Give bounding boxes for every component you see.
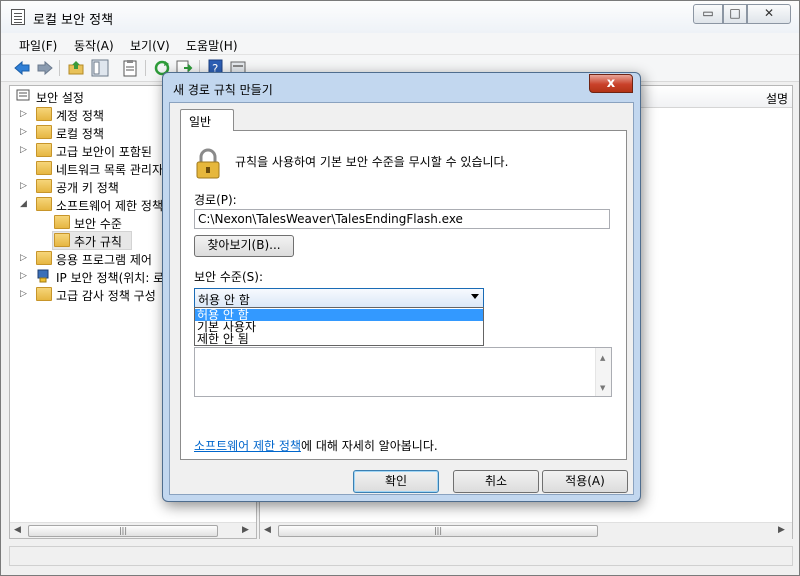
scroll-left-icon[interactable]: ◀ xyxy=(14,525,21,535)
dialog-client-area: 일반 규칙을 사용하여 기본 보안 수준을 무시할 수 있습니다. 경로(P):… xyxy=(169,102,634,495)
column-header-description[interactable]: 설명 xyxy=(766,90,788,107)
up-folder-icon[interactable] xyxy=(67,59,85,77)
description-textarea[interactable]: ▲ ▼ xyxy=(194,347,612,397)
back-arrow-icon[interactable] xyxy=(13,59,31,77)
close-button[interactable]: ✕ xyxy=(747,4,791,24)
forward-arrow-icon[interactable] xyxy=(36,59,54,77)
maximize-button[interactable]: □ xyxy=(723,4,747,24)
expand-arrow-icon[interactable]: ▷ xyxy=(20,253,27,263)
ok-button[interactable]: 확인 xyxy=(353,470,439,493)
expand-arrow-icon[interactable]: ▷ xyxy=(20,271,27,281)
browse-button[interactable]: 찾아보기(B)... xyxy=(194,235,294,257)
description-scrollbar[interactable]: ▲ ▼ xyxy=(595,348,611,396)
folder-icon xyxy=(36,143,52,157)
policy-app-icon xyxy=(11,9,25,25)
list-horizontal-scrollbar[interactable]: ◀ ||| ▶ xyxy=(260,522,792,539)
dialog-close-button[interactable]: x xyxy=(589,74,633,93)
lock-icon xyxy=(196,148,220,179)
security-level-select[interactable]: 허용 안 함 xyxy=(194,288,484,308)
security-level-label: 보안 수준(S): xyxy=(194,270,263,284)
dialog-title: 새 경로 규칙 만들기 xyxy=(173,83,273,97)
apply-button[interactable]: 적용(A) xyxy=(542,470,628,493)
learn-more-text: 소프트웨어 제한 정책에 대해 자세히 알아봅니다. xyxy=(194,437,438,454)
status-bar xyxy=(9,546,793,566)
menu-view[interactable]: 보기(V) xyxy=(130,37,170,54)
scroll-down-icon[interactable]: ▼ xyxy=(600,384,605,392)
folder-icon xyxy=(54,233,70,247)
tab-panel-general: 규칙을 사용하여 기본 보안 수준을 무시할 수 있습니다. 경로(P): 찾아… xyxy=(180,130,627,460)
info-text: 규칙을 사용하여 기본 보안 수준을 무시할 수 있습니다. xyxy=(235,155,509,169)
toolbar-separator xyxy=(145,60,146,76)
folder-icon xyxy=(36,179,52,193)
software-restriction-link[interactable]: 소프트웨어 제한 정책 xyxy=(194,439,301,453)
expand-arrow-icon[interactable]: ▷ xyxy=(20,145,27,155)
cancel-button[interactable]: 취소 xyxy=(453,470,539,493)
show-hide-tree-icon[interactable] xyxy=(91,59,109,77)
security-level-dropdown: 허용 안 함 기본 사용자 제한 안 됨 xyxy=(194,307,484,346)
folder-icon xyxy=(36,287,52,301)
scroll-right-icon[interactable]: ▶ xyxy=(778,525,785,535)
scrollbar-thumb[interactable]: ||| xyxy=(278,525,598,537)
clipboard-icon[interactable] xyxy=(121,59,139,77)
menu-file[interactable]: 파일(F) xyxy=(19,37,57,54)
dropdown-arrow-icon[interactable] xyxy=(471,294,479,299)
title-bar: 로컬 보안 정책 ▭ □ ✕ xyxy=(1,1,799,33)
tree-horizontal-scrollbar[interactable]: ◀ ||| ▶ xyxy=(10,522,256,538)
folder-icon xyxy=(36,161,52,175)
scroll-left-icon[interactable]: ◀ xyxy=(264,525,271,535)
security-level-value: 허용 안 함 xyxy=(198,293,250,307)
scrollbar-thumb[interactable]: ||| xyxy=(28,525,218,537)
expand-arrow-icon[interactable]: ▷ xyxy=(20,289,27,299)
expand-arrow-icon[interactable]: ▷ xyxy=(20,181,27,191)
option-unrestricted[interactable]: 제한 안 됨 xyxy=(195,333,483,345)
scroll-right-icon[interactable]: ▶ xyxy=(242,525,249,535)
folder-lock-icon xyxy=(36,107,52,121)
folder-icon xyxy=(36,251,52,265)
window-title: 로컬 보안 정책 xyxy=(33,13,114,28)
folder-lock-icon xyxy=(36,125,52,139)
path-input[interactable] xyxy=(194,209,610,229)
scroll-up-icon[interactable]: ▲ xyxy=(600,354,605,362)
folder-open-icon xyxy=(36,197,52,211)
menu-action[interactable]: 동작(A) xyxy=(74,37,114,54)
minimize-button[interactable]: ▭ xyxy=(693,4,723,24)
collapse-arrow-icon[interactable]: ◢ xyxy=(20,199,27,209)
tab-general[interactable]: 일반 xyxy=(180,109,234,131)
new-path-rule-dialog: 새 경로 규칙 만들기 x 일반 규칙을 사용하여 기본 보안 수준을 무시할 … xyxy=(162,72,641,502)
learn-more-suffix: 에 대해 자세히 알아봅니다. xyxy=(301,439,438,453)
toolbar-separator xyxy=(59,60,60,76)
menu-bar: 파일(F) 동작(A) 보기(V) 도움말(H) xyxy=(1,33,799,55)
computer-icon xyxy=(16,89,30,101)
menu-help[interactable]: 도움말(H) xyxy=(186,37,238,54)
expand-arrow-icon[interactable]: ▷ xyxy=(20,109,27,119)
expand-arrow-icon[interactable]: ▷ xyxy=(20,127,27,137)
folder-icon xyxy=(54,215,70,229)
path-label: 경로(P): xyxy=(194,193,237,207)
ip-security-icon xyxy=(37,269,49,283)
